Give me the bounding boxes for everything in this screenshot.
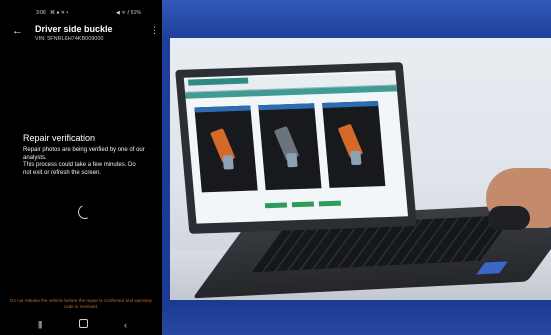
page-title: Driver side buckle <box>35 24 113 34</box>
recents-icon[interactable]: ||| <box>38 320 42 330</box>
verification-message: Repair photos are being verified by one … <box>23 147 145 176</box>
loading-spinner-icon <box>76 203 94 221</box>
status-time: 3:06 <box>36 10 46 16</box>
verification-heading: Repair verification <box>23 133 96 143</box>
mouse <box>488 206 530 230</box>
vin-label: VIN: 5FNRL6H74KB009000 <box>35 36 104 42</box>
phone-screen: 3:06 ⌘ ● ✕ • ◀ ᯤ ⫽ 51% ← Driver side buc… <box>0 0 162 335</box>
home-icon[interactable] <box>79 319 88 331</box>
release-warning: Do not release the vehicle before the re… <box>10 298 152 309</box>
status-signal-battery: ◀ ᯤ ⫽ 51% <box>116 10 141 16</box>
screen-photo-pane <box>322 101 386 188</box>
back-icon[interactable]: ‹ <box>124 320 127 330</box>
arrow-left-icon[interactable]: ← <box>12 25 24 37</box>
laptop-photo <box>170 38 551 300</box>
laptop-lid <box>175 62 417 234</box>
screen-photo-pane <box>194 105 258 193</box>
laptop-sticker <box>476 261 508 275</box>
android-nav-bar: ||| ‹ <box>0 318 162 334</box>
laptop-screen <box>183 70 409 224</box>
more-vertical-icon[interactable]: ⋮ <box>150 26 159 35</box>
status-notification-icons: ⌘ ● ✕ • <box>50 10 69 16</box>
status-bar: 3:06 ⌘ ● ✕ • ◀ ᯤ ⫽ 51% <box>0 10 162 20</box>
screen-buttons <box>264 192 346 213</box>
screen-photo-pane <box>258 103 322 191</box>
